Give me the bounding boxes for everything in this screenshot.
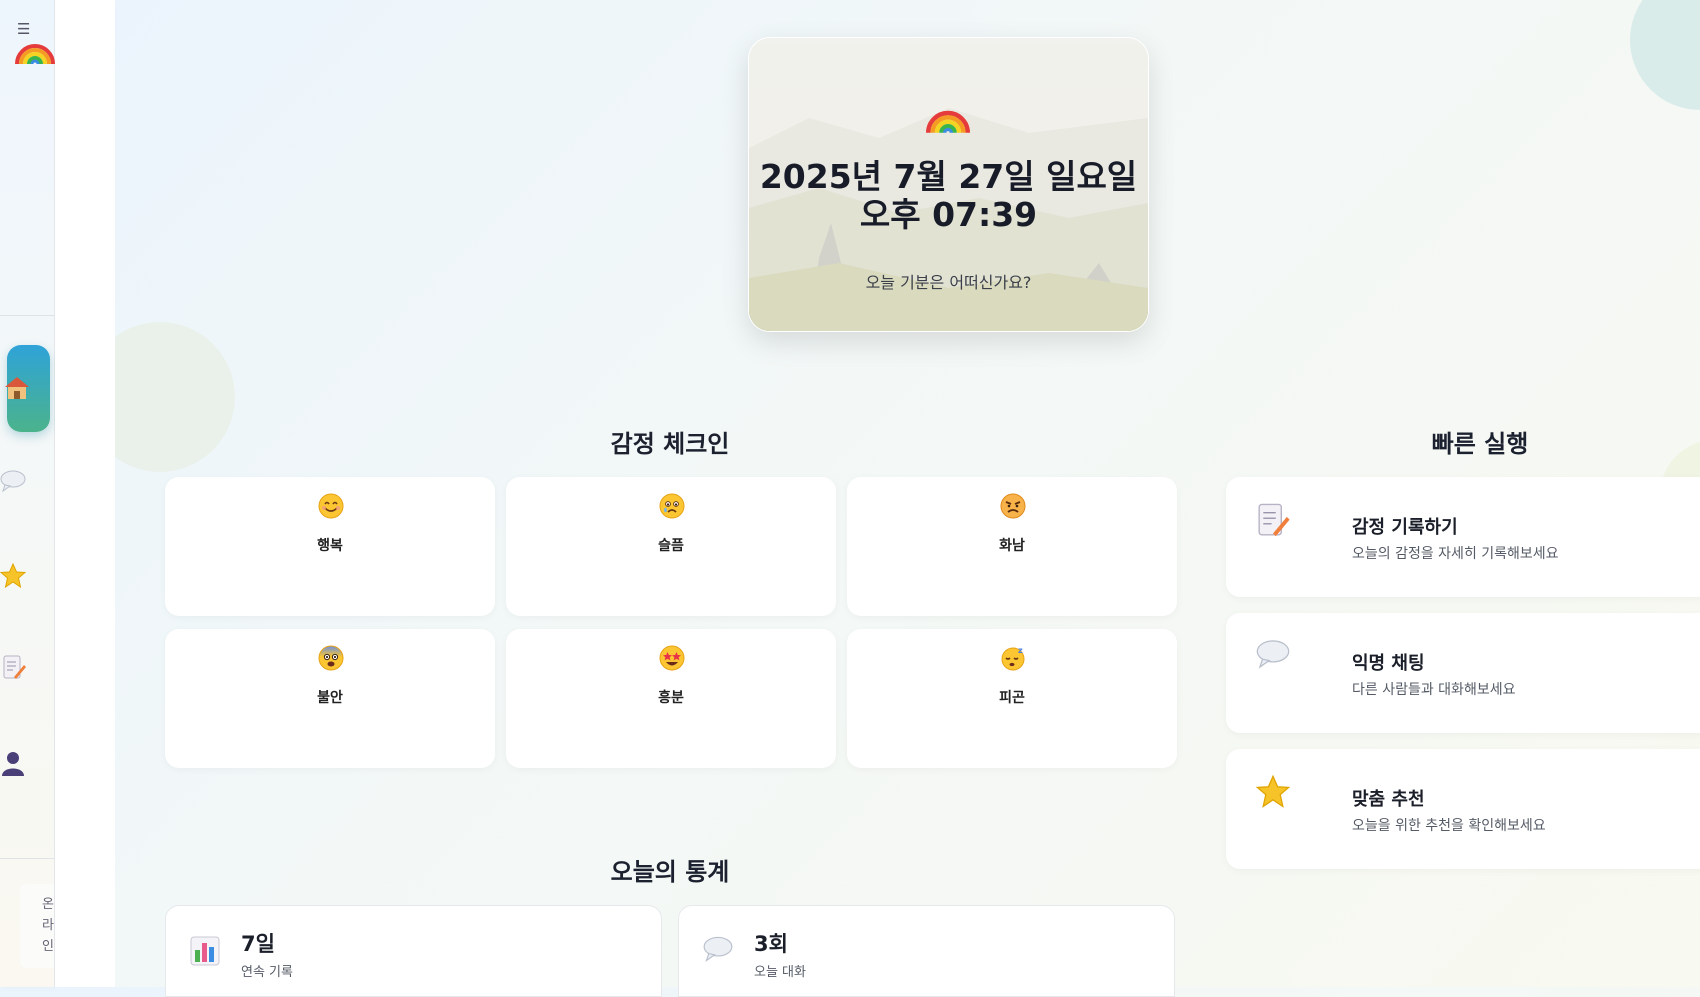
emotion-card-tired[interactable]: z 피곤	[847, 629, 1177, 768]
content-gutter	[55, 0, 115, 987]
quick-action-recommend[interactable]: 맞춤 추천 오늘을 위한 추천을 확인해보세요	[1226, 749, 1700, 869]
bar-chart-icon	[190, 936, 220, 966]
quick-action-desc: 오늘의 감정을 자세히 기록해보세요	[1352, 546, 1559, 562]
stat-card-chats: 3회 오늘 대화	[678, 905, 1175, 997]
sidebar-item-profile[interactable]	[0, 740, 54, 784]
stat-card-streak: 7일 연속 기록	[165, 905, 662, 997]
memo-icon	[3, 655, 26, 679]
chat-bubble-icon	[1256, 640, 1290, 669]
stat-value: 3회	[754, 932, 788, 956]
fearful-face-icon	[318, 645, 344, 671]
svg-text:z: z	[1018, 646, 1023, 655]
mood-question: 오늘 기분은 어떠신가요?	[865, 273, 1032, 292]
emotion-label: 불안	[317, 690, 343, 706]
quick-action-title: 감정 기록하기	[1352, 517, 1458, 538]
quick-action-desc: 오늘을 위한 추천을 확인해보세요	[1352, 818, 1546, 834]
current-datetime: 2025년 7월 27일 일요일 오후 07:39	[749, 158, 1148, 234]
sidebar-item-journal[interactable]	[0, 647, 54, 691]
chat-bubble-icon	[703, 936, 733, 962]
quick-action-desc: 다른 사람들과 대화해보세요	[1352, 682, 1516, 698]
user-silhouette-icon	[2, 752, 24, 776]
sidebar-divider	[0, 858, 54, 859]
quick-action-journal[interactable]: 감정 기록하기 오늘의 감정을 자세히 기록해보세요	[1226, 477, 1700, 597]
angry-face-icon	[1000, 493, 1026, 519]
stat-label: 연속 기록	[241, 965, 293, 980]
emotion-card-angry[interactable]: 화남	[847, 477, 1177, 616]
emotion-label: 슬픔	[658, 538, 684, 554]
stat-label: 오늘 대화	[754, 965, 806, 980]
sidebar-divider	[0, 315, 54, 316]
sidebar: ☰ 온라인	[0, 0, 55, 987]
sad-face-icon	[659, 493, 685, 519]
sidebar-item-recommend[interactable]	[0, 553, 54, 597]
emotion-label: 행복	[317, 538, 343, 554]
quick-action-chat[interactable]: 익명 채팅 다른 사람들과 대화해보세요	[1226, 613, 1700, 733]
star-icon	[1256, 775, 1290, 808]
emotion-label: 화남	[999, 538, 1025, 554]
emotion-label: 피곤	[999, 690, 1025, 706]
star-icon	[0, 563, 26, 589]
emotion-checkin-title: 감정 체크인	[610, 430, 730, 458]
emotion-card-anxious[interactable]: 불안	[165, 629, 495, 768]
chat-bubble-icon	[0, 470, 26, 492]
current-date: 2025년 7월 27일 일요일	[759, 157, 1138, 196]
sidebar-item-home[interactable]	[5, 345, 50, 432]
emotion-card-excited[interactable]: 흥분	[506, 629, 836, 768]
home-icon	[5, 377, 29, 399]
memo-icon	[1258, 503, 1290, 537]
quick-action-title: 익명 채팅	[1352, 653, 1425, 674]
date-hero-card: 2025년 7월 27일 일요일 오후 07:39 오늘 기분은 어떠신가요?	[748, 37, 1149, 332]
smiling-face-icon	[318, 493, 344, 519]
sidebar-item-chat[interactable]	[0, 460, 54, 504]
stat-value: 7일	[241, 932, 275, 956]
sleeping-face-icon: z	[1001, 646, 1025, 671]
emotion-card-happy[interactable]: 행복	[165, 477, 495, 616]
online-status: 온라인	[20, 884, 54, 968]
current-time: 오후 07:39	[859, 195, 1038, 234]
quick-actions-title: 빠른 실행	[1431, 430, 1529, 458]
emotion-card-sad[interactable]: 슬픔	[506, 477, 836, 616]
quick-action-title: 맞춤 추천	[1352, 789, 1425, 810]
star-struck-face-icon	[659, 645, 685, 671]
background-decoration	[1630, 0, 1700, 110]
emotion-label: 흥분	[658, 690, 684, 706]
stats-title: 오늘의 통계	[610, 858, 730, 886]
rainbow-icon[interactable]	[15, 26, 55, 66]
rainbow-icon	[926, 110, 970, 134]
